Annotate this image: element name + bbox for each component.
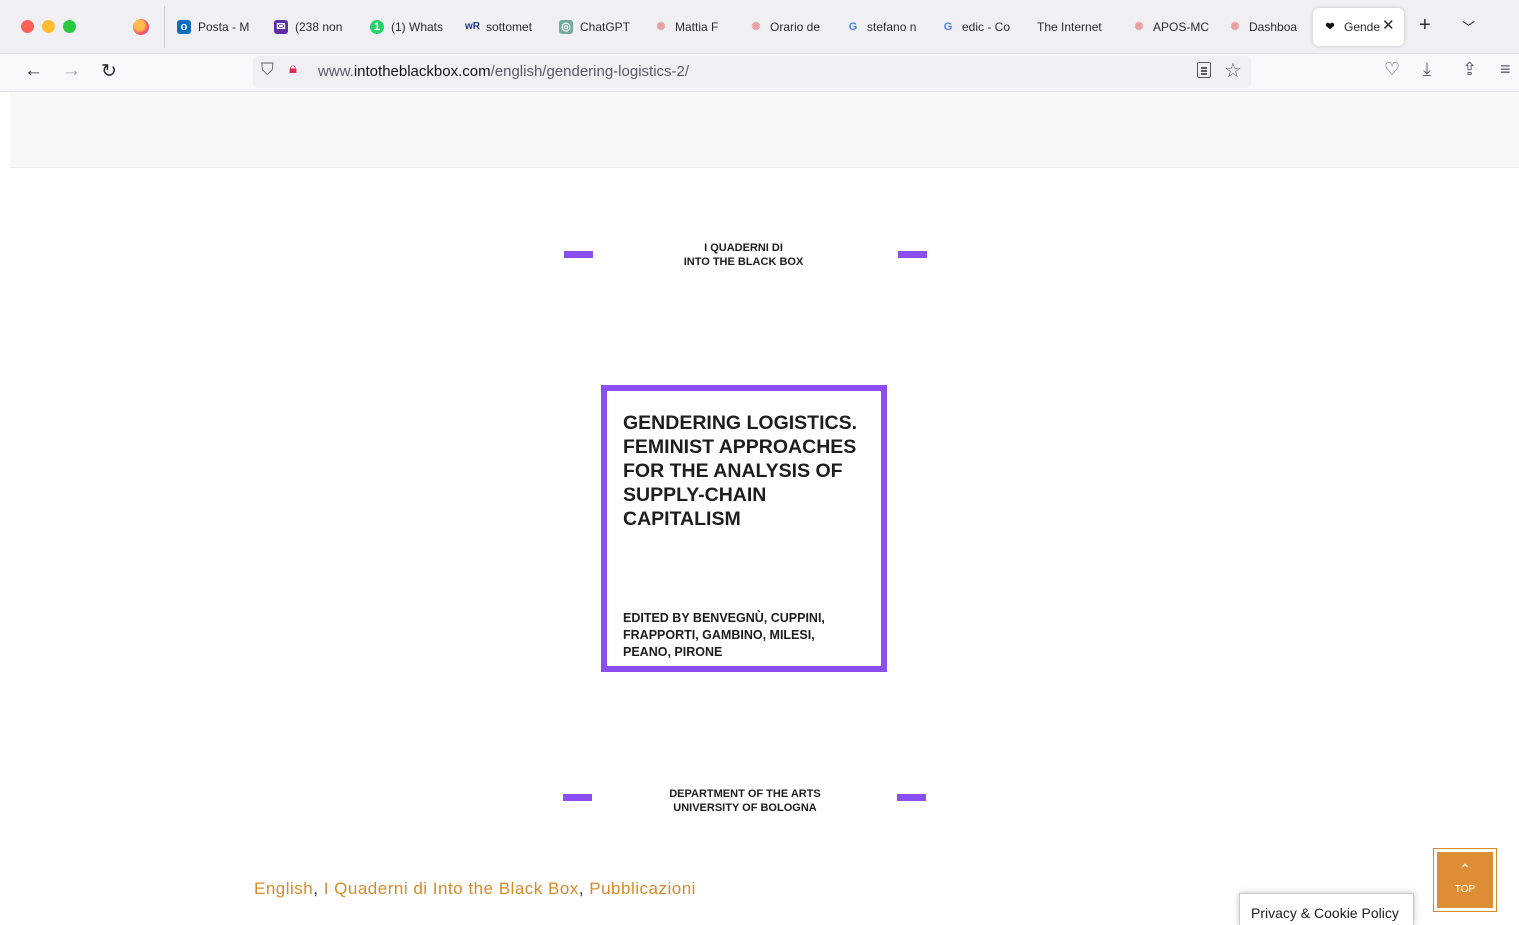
tab-chatgpt[interactable]: ◎ ChatGPT [559,17,637,37]
book-editors: EDITED BY BENVEGNÙ, CUPPINI, FRAPPORTI, … [623,610,883,661]
series-line-2: INTO THE BLACK BOX [683,256,804,268]
editor-line: PEANO, PIRONE [623,645,723,659]
chevron-up-icon: ⌃ [1459,861,1471,877]
category-link-pubblicazioni[interactable]: Pubblicazioni [589,879,696,898]
publisher-line-2: UNIVERSITY OF BOLOGNA [673,802,817,814]
tab-whatsapp[interactable]: 1 (1) Whats [370,17,448,37]
tab-orario[interactable]: ✺ Orario de [749,17,825,37]
minimize-window-button[interactable] [42,20,55,33]
book-title: GENDERING LOGISTICS. FEMINIST APPROACHES… [623,411,883,531]
cover-dash-top-right [898,251,927,258]
tab-active-title[interactable]: ❤ Gende [1323,17,1381,37]
tab-dashboard[interactable]: ✺ Dashboa [1228,17,1300,37]
category-link-english[interactable]: English [254,879,313,898]
cover-dash-top-left [564,251,593,258]
publisher: DEPARTMENT OF THE ARTS UNIVERSITY OF BOL… [640,787,850,815]
tab-bar: o Posta - M ✉ (238 non 1 (1) Whats wR so… [0,0,1519,54]
tab-mail[interactable]: ✉ (238 non [274,17,349,37]
back-arrow-icon[interactable]: ← [24,60,43,82]
unibo-icon: ✺ [751,21,761,33]
title-line: FOR THE ANALYSIS OF [623,460,843,482]
unibo-icon: ✺ [1134,21,1144,33]
series-line-1: I QUADERNI DI [704,242,783,254]
title-line: CAPITALISM [623,508,741,530]
mail-icon: ✉ [274,20,288,34]
back-to-top-button[interactable]: ⌃ TOP [1433,848,1497,912]
downloads-icon[interactable]: ⤓ [1423,59,1431,80]
site-header [10,92,1519,168]
tab-separator [164,6,165,48]
insecure-lock-icon[interactable]: 🔒︎ [289,60,297,77]
editor-line: EDITED BY BENVEGNÙ, CUPPINI, [623,611,825,625]
tab-apos[interactable]: ✺ APOS-MC [1132,17,1210,37]
unibo-icon: ✺ [656,21,666,33]
firefox-view-icon[interactable] [133,19,149,35]
post-categories: English, I Quaderni di Into the Black Bo… [254,879,696,899]
tab-list-chevron-icon[interactable]: ﹀ [1462,17,1475,36]
menu-icon[interactable]: ≡ [1500,59,1511,80]
tab-internet-archive[interactable]: The Internet [1037,17,1113,37]
reload-icon[interactable]: ↻ [101,60,117,83]
maximize-window-button[interactable] [63,20,76,33]
chatgpt-icon: ◎ [559,20,573,34]
close-tab-icon[interactable]: ✕ [1382,16,1395,34]
tab-google-edic[interactable]: G edic - Co [941,17,1017,37]
google-icon: G [943,21,953,33]
back-to-top-label: TOP [1454,884,1476,895]
tab-wordreference[interactable]: wR sottomet [465,17,541,37]
cover-title-box: GENDERING LOGISTICS. FEMINIST APPROACHES… [601,385,887,672]
url-prefix: www. [318,63,354,80]
reader-view-icon[interactable] [1197,62,1211,78]
cover-dash-bottom-right [897,794,926,801]
cover-dash-bottom-left [563,794,592,801]
tab-mattia[interactable]: ✺ Mattia F [654,17,729,37]
wr-icon: wR [465,21,480,32]
unibo-icon: ✺ [1230,21,1240,33]
title-line: FEMINIST APPROACHES [623,436,857,458]
new-tab-icon[interactable]: + [1419,14,1431,37]
tab-google-stefano[interactable]: G stefano n [846,17,922,37]
bookmark-star-icon[interactable]: ☆ [1224,58,1242,83]
close-window-button[interactable] [21,20,34,33]
publisher-line-1: DEPARTMENT OF THE ARTS [669,788,821,800]
tab-posta[interactable]: o Posta - M [177,17,257,37]
tracking-shield-icon[interactable]: ⛉ [261,60,274,80]
blackbox-icon: ❤ [1325,21,1335,33]
url-host: intotheblackbox.com [353,63,491,80]
title-line: GENDERING LOGISTICS. [623,412,858,434]
outlook-icon: o [177,20,191,34]
category-separator: , [313,879,324,898]
editor-line: FRAPPORTI, GAMBINO, MILESI, [623,628,815,642]
category-separator: , [578,879,590,898]
back-to-top-inner: ⌃ TOP [1437,852,1493,908]
pocket-icon[interactable]: ♡ [1384,59,1400,80]
share-icon[interactable]: ⇪ [1462,59,1477,80]
url-path: /english/gendering-logistics-2/ [490,63,690,80]
series-name: I QUADERNI DI INTO THE BLACK BOX [640,241,847,269]
category-link-quaderni[interactable]: I Quaderni di Into the Black Box [324,879,579,898]
url-text[interactable]: www.intotheblackbox.com/english/genderin… [318,63,689,80]
forward-arrow-icon[interactable]: → [62,60,81,82]
google-icon: G [848,21,858,33]
whatsapp-icon: 1 [370,20,384,34]
privacy-policy-button[interactable]: Privacy & Cookie Policy [1239,893,1414,925]
title-line: SUPPLY-CHAIN [623,484,767,506]
